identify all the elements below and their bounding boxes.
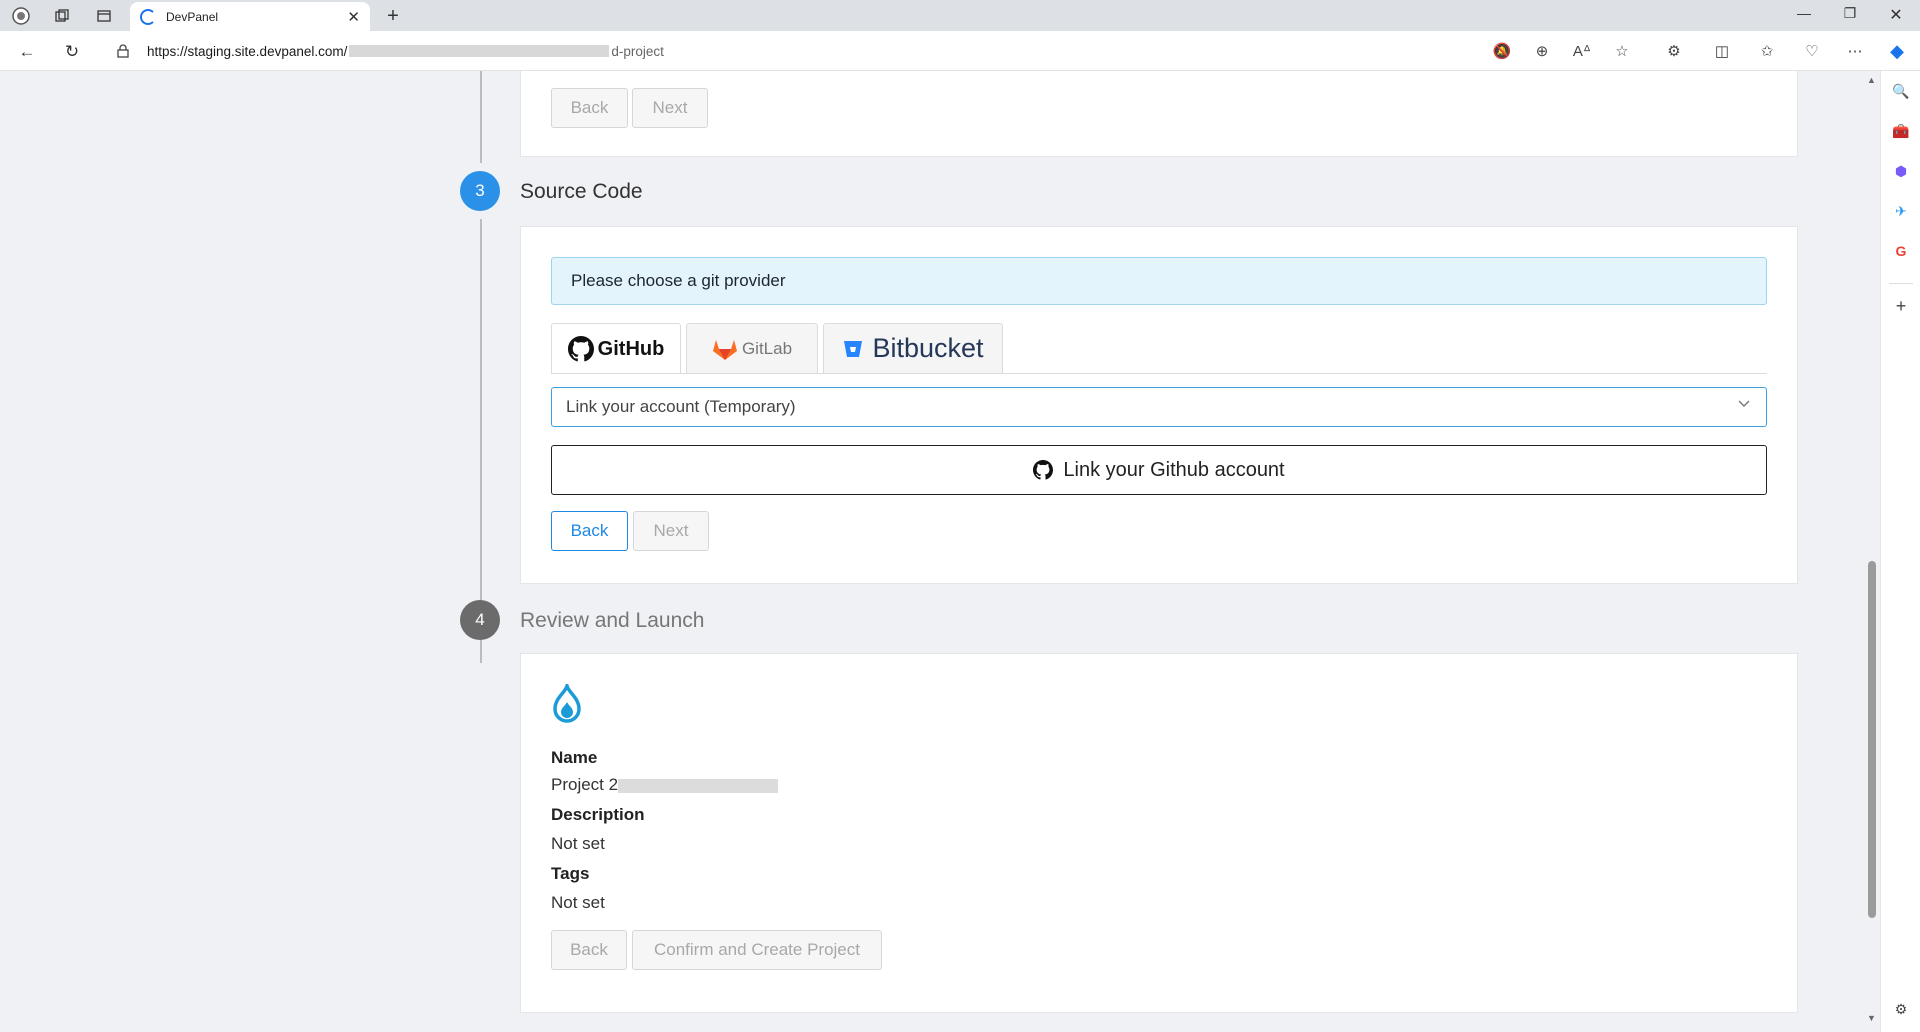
send-icon[interactable]: ✈ [1891,201,1911,221]
office-icon[interactable]: ⬢ [1891,161,1911,181]
tags-value: Not set [551,893,605,912]
tracking-prevention-icon[interactable]: 🔕 [1492,41,1512,61]
timeline-line-middle [480,219,482,663]
step-3-title: Source Code [520,180,643,203]
link-github-account-button[interactable]: Link your Github account [551,445,1767,495]
timeline-line-top [480,71,482,163]
page-scrollbar[interactable]: ▲ ▼ [1864,71,1880,1032]
github-icon [1033,460,1054,480]
tab-bitbucket[interactable]: Bitbucket [823,323,1003,373]
redacted-name [618,778,779,793]
project-name: Project 2 [551,775,619,794]
tab-gitlab[interactable]: GitLab [686,323,818,373]
restore-icon[interactable]: ❐ [1830,5,1870,22]
provider-tabs-divider [551,373,1767,374]
close-window-icon[interactable]: ✕ [1876,5,1916,25]
split-screen-icon[interactable]: ◫ [1712,41,1732,61]
address-bar-row: ← ↻ https://staging.site.devpanel.com/ d… [0,31,1920,71]
edge-sidebar: 🔍 🧰 ⬢ ✈ G + ⚙ [1880,71,1920,1032]
sidebar-settings-icon[interactable]: ⚙ [1891,999,1911,1019]
url-host: https://staging.site.devpanel.com/ [147,43,348,59]
back-button[interactable]: Back [551,88,628,128]
scrollbar-thumb[interactable] [1868,561,1876,918]
github-icon [567,336,594,362]
name-value: Project 2 [551,775,779,795]
close-tab-icon[interactable]: ✕ [347,8,360,26]
tab-github[interactable]: GitHub [551,323,681,374]
back-button[interactable]: Back [551,511,628,551]
search-icon[interactable]: 🔍 [1891,81,1911,101]
url-field[interactable]: https://staging.site.devpanel.com/ d-pro… [103,37,1663,65]
gitlab-icon [712,339,737,360]
previous-step-card: Back Next [520,71,1798,157]
minimize-icon[interactable]: — [1784,5,1824,21]
workspaces-icon[interactable] [52,6,72,26]
tags-label: Tags [551,864,590,883]
next-button[interactable]: Next [633,511,709,551]
tab-title: DevPanel [166,9,219,24]
favorite-star-icon[interactable]: ☆ [1612,41,1632,61]
bitbucket-icon [844,340,863,357]
page-content: Back Next 3 Source Code Please choose a … [0,71,1868,1032]
extensions-icon[interactable]: ⚙ [1664,41,1684,61]
gitlab-label: GitLab [741,338,793,358]
review-card: Name Project 2 Description Not set Tags … [520,653,1798,1013]
drupal-logo-icon [553,684,581,723]
browser-essentials-icon[interactable]: ♡ [1802,41,1822,61]
link-github-label: Link your Github account [1063,458,1285,481]
git-provider-alert: Please choose a git provider [551,257,1767,305]
google-icon[interactable]: G [1891,241,1911,261]
lock-icon [117,44,129,58]
copilot-icon[interactable]: ◆ [1887,41,1907,61]
profile-icon[interactable] [11,6,31,26]
new-tab-icon[interactable]: + [383,5,403,27]
sidebar-divider [1889,283,1913,284]
back-arrow-icon[interactable]: ← [16,41,38,63]
step-3-indicator: 3 [460,171,500,211]
url-redacted [349,45,610,57]
add-sidebar-app-icon[interactable]: + [1891,296,1911,316]
zoom-icon[interactable]: ⊕ [1532,41,1552,61]
description-label: Description [551,805,645,824]
confirm-create-project-button[interactable]: Confirm and Create Project [632,930,882,970]
account-select-value: Link your account (Temporary) [566,397,796,416]
favorites-icon[interactable]: ✩ [1757,41,1777,61]
tab-devpanel[interactable]: DevPanel ✕ [130,2,370,31]
vertical-tabs-icon[interactable] [94,6,114,26]
account-select[interactable]: Link your account (Temporary) [551,387,1767,427]
github-label: GitHub [597,337,665,360]
read-aloud-icon[interactable]: Aᐞ [1572,41,1592,61]
name-label: Name [551,748,598,767]
step-4-title: Review and Launch [520,609,705,632]
reload-icon[interactable]: ↻ [61,41,83,63]
url-tail: d-project [611,43,664,59]
next-button[interactable]: Next [632,88,708,128]
bitbucket-label: Bitbucket [872,333,984,363]
step-4-indicator: 4 [460,600,500,640]
browser-tab-bar: DevPanel ✕ + — ❐ ✕ [0,0,1920,31]
back-button[interactable]: Back [551,930,627,970]
description-value: Not set [551,834,605,853]
chevron-down-icon [1738,400,1750,407]
scroll-up-icon[interactable]: ▲ [1867,75,1876,85]
devpanel-favicon-icon [140,8,156,25]
scroll-down-icon[interactable]: ▼ [1867,1013,1876,1023]
source-code-card: Please choose a git provider GitHub GitL… [520,226,1798,584]
tools-icon[interactable]: 🧰 [1891,121,1911,141]
more-menu-icon[interactable]: ⋯ [1845,41,1865,61]
